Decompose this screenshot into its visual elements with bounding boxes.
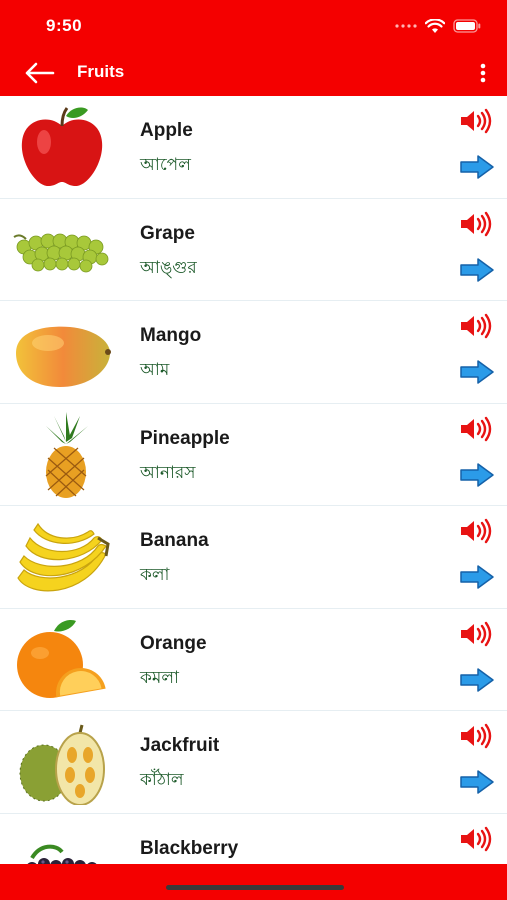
arrow-right-icon[interactable] — [459, 359, 495, 385]
fruit-native-name: কলা — [140, 565, 170, 585]
pineapple-image — [45, 411, 88, 498]
app-bar: Fruits — [0, 50, 507, 96]
speaker-icon[interactable] — [459, 621, 495, 647]
arrow-right-icon[interactable] — [459, 769, 495, 795]
speaker-icon[interactable] — [459, 518, 495, 544]
fruit-name: Pineapple — [140, 427, 230, 449]
jackfruit-image — [19, 724, 105, 805]
fruit-name: Orange — [140, 632, 207, 654]
back-arrow-icon[interactable] — [22, 60, 56, 86]
speaker-icon[interactable] — [459, 211, 495, 237]
fruit-native-name: কাঁঠাল — [140, 770, 184, 790]
fruit-name: Banana — [140, 530, 209, 551]
list-item[interactable]: Apple আপেল — [0, 96, 507, 199]
list-item[interactable]: Banana কলা — [0, 506, 507, 609]
more-vertical-icon[interactable] — [473, 61, 493, 85]
speaker-icon[interactable] — [459, 416, 495, 442]
list-item[interactable]: Pineapple আনারস — [0, 403, 507, 506]
list-item[interactable]: Blackberry — [0, 813, 507, 864]
arrow-right-icon[interactable] — [459, 154, 495, 180]
wifi-icon — [425, 18, 445, 33]
status-bar: 9:50 — [0, 0, 507, 50]
grape-image — [13, 233, 109, 272]
fruit-native-name: আঙ্গুর — [140, 257, 197, 278]
home-indicator[interactable] — [166, 885, 344, 890]
list-item[interactable]: Jackfruit কাঁঠাল — [0, 711, 507, 814]
banana-image — [17, 522, 110, 592]
fruit-native-name: আপেল — [140, 155, 191, 175]
fruit-name: Jackfruit — [140, 735, 220, 756]
arrow-right-icon[interactable] — [459, 462, 495, 488]
fruit-native-name: আনারস — [140, 462, 196, 483]
signal-dots-icon — [395, 24, 417, 28]
fruit-native-name: কমলা — [140, 667, 179, 688]
status-time: 9:50 — [46, 16, 83, 35]
orange-image — [17, 619, 106, 698]
page-title: Fruits — [77, 62, 125, 81]
mango-image — [16, 326, 111, 387]
speaker-icon[interactable] — [459, 723, 495, 749]
bottom-bar — [0, 864, 507, 900]
blackberry-image — [27, 844, 97, 864]
speaker-icon[interactable] — [459, 108, 495, 134]
list-item[interactable]: Mango আম — [0, 301, 507, 404]
apple-image — [21, 107, 103, 186]
arrow-right-icon[interactable] — [459, 564, 495, 590]
fruit-name: Blackberry — [140, 837, 239, 859]
battery-icon — [453, 19, 481, 33]
fruit-name: Apple — [140, 120, 193, 141]
fruit-name: Mango — [140, 325, 202, 346]
speaker-icon[interactable] — [459, 826, 495, 852]
speaker-icon[interactable] — [459, 313, 495, 339]
fruit-name: Grape — [140, 222, 195, 244]
arrow-right-icon[interactable] — [459, 667, 495, 693]
list-item[interactable]: Orange কমলা — [0, 608, 507, 711]
list-item[interactable]: Grape আঙ্গুর — [0, 198, 507, 301]
fruit-list: Apple আপেল Grape আঙ্গুর Mango আম Pineapp… — [0, 96, 507, 864]
status-icons — [395, 18, 481, 34]
arrow-right-icon[interactable] — [459, 257, 495, 283]
fruit-native-name: আম — [140, 360, 170, 380]
